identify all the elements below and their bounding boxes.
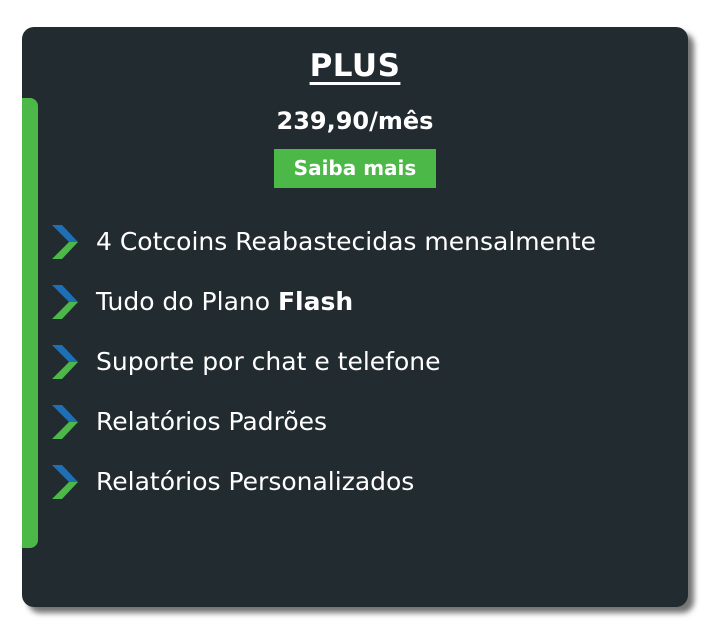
plan-price: 239,90/mês bbox=[276, 107, 434, 135]
feature-item: Tudo do Plano Flash bbox=[52, 272, 596, 332]
feature-text: Relatórios Personalizados bbox=[96, 467, 415, 496]
chevron-right-icon bbox=[52, 285, 78, 319]
feature-text: Suporte por chat e telefone bbox=[96, 347, 441, 376]
feature-item: Relatórios Padrões bbox=[52, 392, 596, 452]
card-header: PLUS bbox=[22, 27, 688, 86]
feature-item: Suporte por chat e telefone bbox=[52, 332, 596, 392]
chevron-right-icon bbox=[52, 225, 78, 259]
cta-wrapper: Saiba mais bbox=[22, 149, 688, 188]
feature-text: 4 Cotcoins Reabastecidas mensalmente bbox=[96, 227, 597, 256]
chevron-right-icon bbox=[52, 345, 78, 379]
saiba-mais-button[interactable]: Saiba mais bbox=[274, 149, 436, 188]
feature-text: Relatórios Padrões bbox=[96, 407, 328, 436]
feature-item: Relatórios Personalizados bbox=[52, 452, 596, 512]
chevron-right-icon bbox=[52, 405, 78, 439]
feature-text-bold: Flash bbox=[277, 287, 354, 316]
plan-name: PLUS bbox=[309, 48, 401, 84]
feature-list: 4 Cotcoins Reabastecidas mensalmente Tud… bbox=[52, 212, 596, 512]
feature-item: 4 Cotcoins Reabastecidas mensalmente bbox=[52, 212, 596, 272]
chevron-right-icon bbox=[52, 465, 78, 499]
plan-card: PLUS 239,90/mês Saiba mais 4 Cotcoins Re… bbox=[22, 27, 688, 607]
feature-text: Tudo do Plano Flash bbox=[96, 287, 354, 316]
